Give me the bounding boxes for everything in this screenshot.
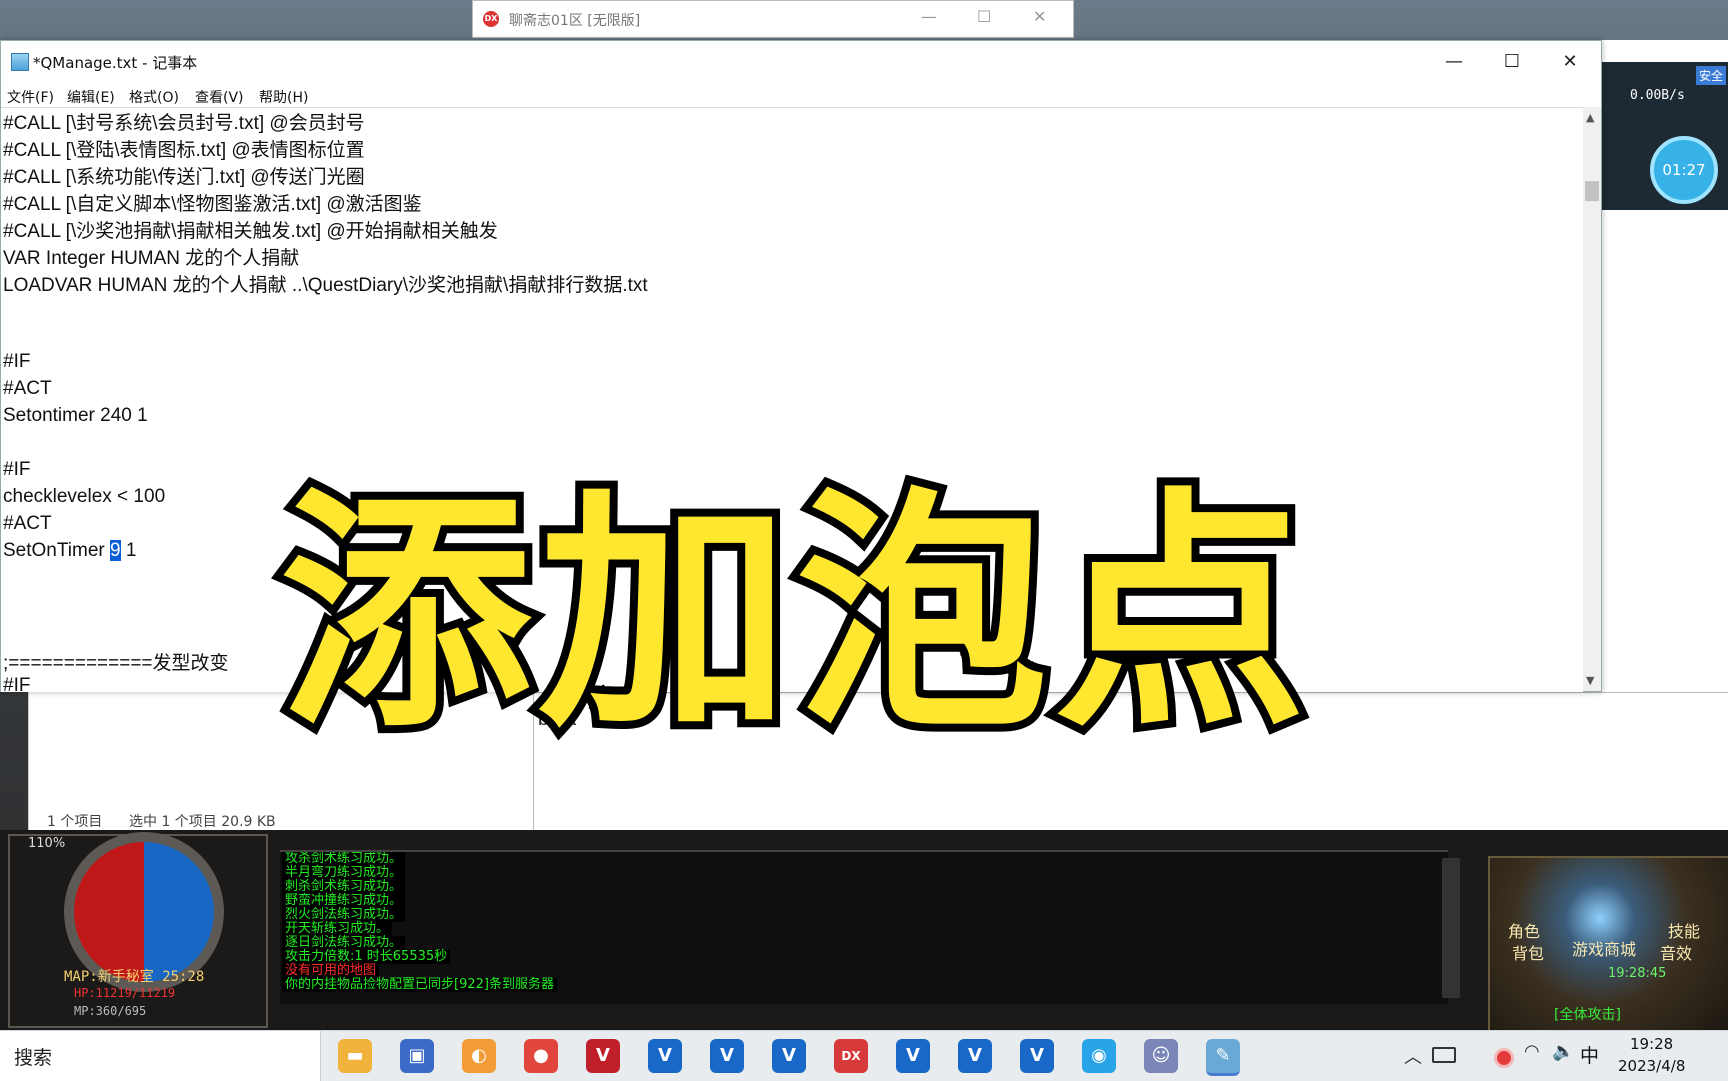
cursor-line: SetOnTimer 9 1 [3, 540, 136, 562]
taskbar-file-explorer-icon[interactable]: ▬ [338, 1039, 372, 1073]
notepad-titlebar[interactable]: *QManage.txt - 记事本 — ☐ ✕ [1, 41, 1601, 83]
timer-circle[interactable]: 01:27 [1650, 136, 1718, 204]
cursor-line-prefix: SetOnTimer [3, 540, 110, 561]
search-placeholder: 搜索 [14, 1047, 53, 1069]
ime-indicator[interactable]: 中 [1580, 1041, 1599, 1068]
menu-file[interactable]: 文件(F) [7, 87, 54, 107]
exp-percent: 110% [28, 836, 66, 851]
chat-line: 攻杀剑术练习成功。 [282, 852, 406, 866]
game-time: 19:28:45 [1608, 966, 1667, 981]
network-speed: 0.00B/s [1630, 88, 1685, 103]
taskbar-browser-qq-icon[interactable]: ◉ [1082, 1039, 1116, 1073]
cursor-line-suffix: 1 [120, 540, 137, 561]
taskbar-v-app-5-icon[interactable]: V [958, 1039, 992, 1073]
menu-bar: 文件(F) 编辑(E) 格式(O) 查看(V) 帮助(H) [1, 83, 1601, 107]
battery-icon[interactable] [1432, 1047, 1456, 1063]
map-info: MAP:新手秘室 25:28 [64, 969, 205, 985]
taskbar-notepad-icon[interactable]: ✎ [1206, 1039, 1240, 1076]
taskbar-audio-app-icon[interactable]: ◐ [462, 1039, 496, 1073]
taskbar-chrome-icon[interactable]: ● [524, 1039, 558, 1073]
menu-format[interactable]: 格式(O) [129, 87, 179, 107]
role-button[interactable]: 角色 [1508, 918, 1540, 942]
taskbar-v-app-3-icon[interactable]: V [772, 1039, 806, 1073]
code-line: VAR Integer HUMAN 龙的个人捐献 [3, 248, 300, 269]
code-line: #IF [3, 675, 31, 692]
selected-text[interactable]: 9 [110, 540, 121, 561]
taskbar-dx-app-icon[interactable]: DX [834, 1039, 868, 1073]
chat-line: 你的内挂物品捡物配置已同步[922]条到服务器 [282, 978, 557, 992]
clock-date[interactable]: 2023/4/8 [1618, 1057, 1685, 1075]
background-window-title: 聊斋志01区 [无限版] [509, 13, 641, 29]
volume-icon[interactable]: 🔈 [1552, 1041, 1574, 1062]
skill-button[interactable]: 技能 [1668, 918, 1700, 942]
code-line: #CALL [\登陆\表情图标.txt] @表情图标位置 [3, 140, 365, 161]
chat-line: 半月弯刀练习成功。 [282, 866, 406, 880]
safe-badge: 安全 [1695, 66, 1726, 85]
window-title: *QManage.txt - 记事本 [33, 54, 198, 72]
menu-view[interactable]: 查看(V) [195, 87, 244, 107]
taskbar-v-app-4-icon[interactable]: V [896, 1039, 930, 1073]
scroll-thumb[interactable] [1585, 181, 1599, 201]
taskbar-search[interactable]: 搜索 [0, 1031, 321, 1081]
chat-line: 野蛮冲撞练习成功。 [282, 894, 406, 908]
clock-time[interactable]: 19:28 [1630, 1035, 1673, 1053]
background-game-window[interactable]: DX 聊斋志01区 [无限版] — ☐ ✕ [472, 0, 1074, 38]
maximize-button[interactable]: ☐ [1483, 45, 1541, 79]
code-line: Setontimer 240 1 [3, 405, 148, 426]
overlay-caption: 添加泡点 [272, 460, 1314, 769]
code-line: #ACT [3, 513, 52, 534]
bag-button[interactable]: 背包 [1512, 940, 1544, 964]
chat-line: 开天斩练习成功。 [282, 922, 393, 936]
code-line: #ACT [3, 378, 52, 399]
wifi-icon[interactable]: ◠ [1524, 1041, 1540, 1062]
dx-icon: DX [483, 11, 499, 27]
code-line: #IF [3, 351, 31, 372]
taskbar: 搜索 ▬ ▣ ◐ ● V V V V DX V V V ◉ ☺ ✎ ︿ ◠ 🔈 中 19:28 2023/4… [0, 1030, 1728, 1081]
tray-chevron-icon[interactable]: ︿ [1404, 1043, 1422, 1069]
mp-value: MP:360/695 [74, 1004, 147, 1018]
close-button[interactable]: ✕ [1541, 45, 1599, 79]
vertical-scrollbar[interactable]: ▲ ▼ [1583, 107, 1601, 691]
game-menu-panel: 角色 背包 游戏商城 技能 音效 19:28:45 [全体攻击] [1488, 856, 1728, 1034]
explorer-selection-info: 选中 1 个项目 20.9 KB [129, 814, 276, 830]
maximize-icon[interactable]: ☐ [977, 7, 991, 26]
scroll-up-icon[interactable]: ▲ [1586, 111, 1594, 124]
code-line: #CALL [\封号系统\会员封号.txt] @会员封号 [3, 113, 365, 134]
record-icon[interactable] [1494, 1048, 1514, 1068]
taskbar-v-app-2-icon[interactable]: V [710, 1039, 744, 1073]
code-line: #CALL [\系统功能\传送门.txt] @传送门光圈 [3, 167, 365, 188]
code-line: LOADVAR HUMAN 龙的个人捐献 ..\QuestDiary\沙奖池捐献… [3, 275, 648, 296]
close-icon[interactable]: ✕ [1033, 7, 1046, 26]
scroll-down-icon[interactable]: ▼ [1586, 674, 1594, 687]
shop-button[interactable]: 游戏商城 [1572, 936, 1636, 960]
network-speed-widget[interactable]: 安全 0.00B/s 01:27 [1600, 62, 1728, 210]
code-line: checklevelex < 100 [3, 486, 166, 507]
chat-line: 没有可用的地图 [282, 964, 380, 978]
code-line: #CALL [\自定义脚本\怪物图鉴激活.txt] @激活图鉴 [3, 194, 422, 215]
chat-scrollbar[interactable] [1442, 858, 1460, 998]
notepad-icon [11, 53, 29, 71]
chat-line: 逐日剑法练习成功。 [282, 936, 406, 950]
chat-line: 攻击力倍数:1 时长65535秒 [282, 950, 451, 964]
code-line: #CALL [\沙奖池捐献\捐献相关触发.txt] @开始捐献相关触发 [3, 221, 498, 242]
code-line: ;=============发型改变 [3, 653, 229, 674]
taskbar-game-avatar-icon[interactable]: ☺ [1144, 1039, 1178, 1073]
taskbar-vivaldi-icon[interactable]: V [586, 1039, 620, 1073]
explorer-item-count: 1 个项目 [47, 814, 103, 830]
sound-button[interactable]: 音效 [1660, 940, 1692, 964]
game-chat-log[interactable]: 攻杀剑术练习成功。 半月弯刀练习成功。 刺杀剑术练习成功。 野蛮冲撞练习成功。 … [280, 850, 1448, 1004]
chat-line: 烈火剑法练习成功。 [282, 908, 406, 922]
attack-mode[interactable]: [全体攻击] [1554, 1004, 1621, 1024]
chat-line: 刺杀剑术练习成功。 [282, 880, 406, 894]
menu-help[interactable]: 帮助(H) [259, 87, 308, 107]
taskbar-v-app-1-icon[interactable]: V [648, 1039, 682, 1073]
hp-value: HP:11219/11219 [74, 986, 176, 1000]
taskbar-v-app-6-icon[interactable]: V [1020, 1039, 1054, 1073]
minimize-button[interactable]: — [1425, 45, 1483, 79]
taskbar-network-tool-icon[interactable]: ▣ [400, 1039, 434, 1073]
minimize-icon[interactable]: — [921, 7, 937, 26]
code-line: #IF [3, 459, 31, 480]
menu-edit[interactable]: 编辑(E) [67, 87, 115, 107]
